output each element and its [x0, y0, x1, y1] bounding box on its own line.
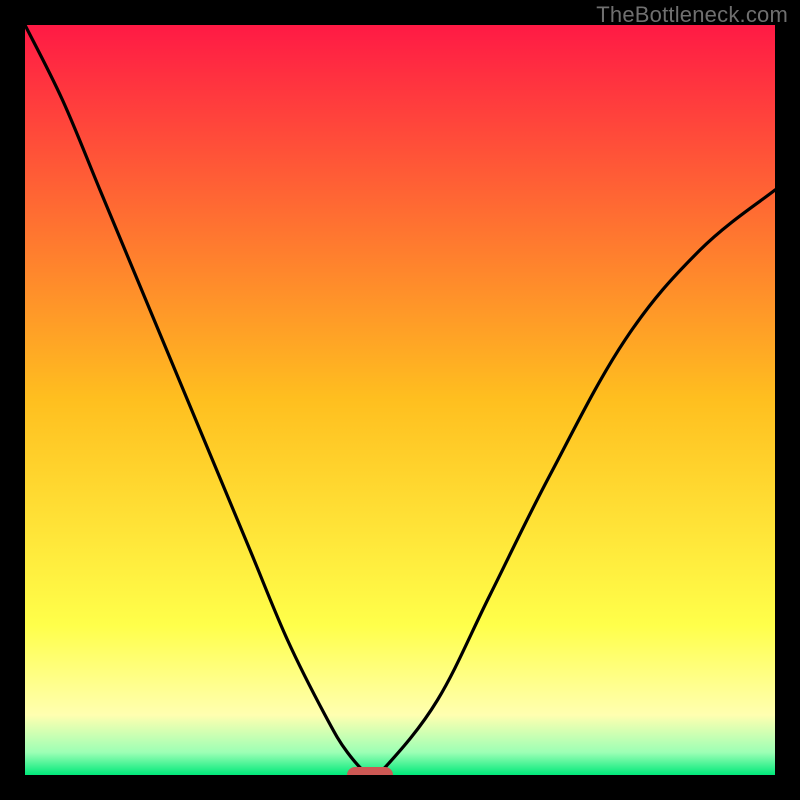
- bottleneck-curve: [25, 25, 775, 775]
- watermark-text: TheBottleneck.com: [596, 2, 788, 28]
- chart-frame: TheBottleneck.com: [0, 0, 800, 800]
- plot-area: [25, 25, 775, 775]
- minimum-marker: [347, 767, 393, 775]
